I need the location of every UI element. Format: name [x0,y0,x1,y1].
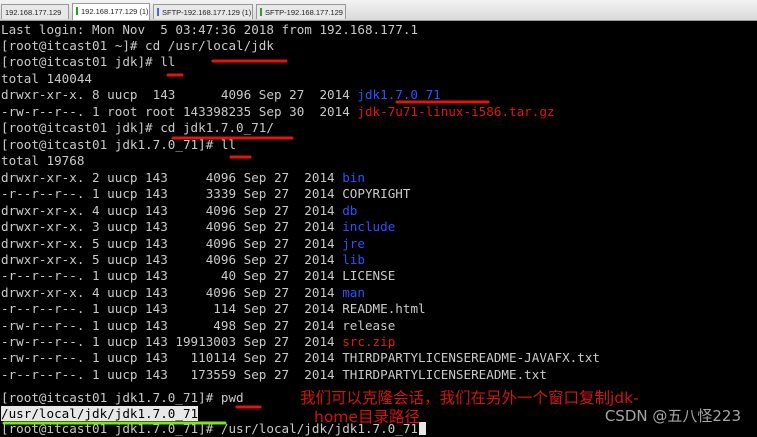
session-tab-bar: 192.168.177.129 192.168.177.129 (1) SFTP… [0,0,757,21]
listing-row: drwxr-xr-x. 5 uucp 143 4096 Sep 27 2014 … [1,236,365,252]
entry-meta: drwxr-xr-x. 5 uucp 143 4096 Sep 27 2014 [1,252,343,267]
entry-name: db [342,202,358,218]
listing-row: drwxr-xr-x. 4 uucp 143 4096 Sep 27 2014 … [1,203,357,219]
command-line: [root@itcast01 jdk1.7.0_71]# pwd [1,390,244,405]
entry-name: lib [342,252,365,267]
listing-row: -r--r--r--. 1 uucp 143 3339 Sep 27 2014 … [1,186,410,202]
pwd-output-line: /usr/local/jdk/jdk1.7.0_71 [1,406,199,422]
command-line: [root@itcast01 jdk1.7.0_71]# ll [1,137,237,152]
tab-label: 192.168.177.129 [5,8,62,17]
entry-meta: -r--r--r--. 1 uucp 143 3339 Sep 27 2014 [1,186,343,202]
command-line: [root@itcast01 jdk]# cd jdk1.7.0_71/ [1,120,274,135]
session-status-icon [76,7,78,15]
terminal-output[interactable]: Last login: Mon Nov 5 03:47:36 2018 from… [0,21,757,437]
entry-meta: drwxr-xr-x. 8 uucp 143 4096 Sep 27 2014 [1,87,358,102]
login-line: Last login: Mon Nov 5 03:47:36 2018 from… [1,22,419,37]
entry-name: jdk1.7.0_71 [357,87,441,102]
listing-row: drwxr-xr-x. 3 uucp 143 4096 Sep 27 2014 … [1,219,395,235]
csdn-watermark: CSDN @五八怪223 [604,407,741,425]
entry-meta: -rw-r--r--. 1 uucp 143 498 Sep 27 2014 [1,317,343,333]
entry-name: src.zip [342,334,396,349]
entry-name: jre [342,235,365,251]
listing-row: -r--r--r--. 1 uucp 143 114 Sep 27 2014 R… [1,301,426,317]
tab-session-2[interactable]: 192.168.177.129 (1) [72,3,150,20]
tab-label: 192.168.177.129 (1) [81,7,149,16]
entry-name: COPYRIGHT [342,186,411,202]
entry-name: man [342,284,365,300]
listing-row: -rw-r--r--. 1 uucp 143 498 Sep 27 2014 r… [1,318,395,334]
listing-row: -rw-r--r--. 1 uucp 143 19913003 Sep 27 2… [1,334,395,350]
listing-row: drwxr-xr-x. 2 uucp 143 4096 Sep 27 2014 … [1,170,365,186]
entry-name: release [342,317,396,333]
entry-meta: drwxr-xr-x. 2 uucp 143 4096 Sep 27 2014 [1,170,343,185]
command-line: [root@itcast01 jdk]# ll [1,54,176,69]
entry-meta: -r--r--r--. 1 uucp 143 40 Sep 27 2014 [1,268,343,284]
listing-row: -rw-r--r--. 1 root root 143398235 Sep 30… [1,104,555,120]
entry-name: jdk-7u71-linux-i586.tar.gz [357,104,555,119]
entry-name: LICENSE [342,268,396,284]
listing-row: -r--r--r--. 1 uucp 143 173559 Sep 27 201… [1,367,547,383]
tab-session-1[interactable]: 192.168.177.129 [1,4,69,19]
listing-row: drwxr-xr-x. 8 uucp 143 4096 Sep 27 2014 … [1,87,441,103]
tab-sftp-1[interactable]: SFTP-192.168.177.129 (1) [153,4,253,19]
entry-name: include [342,219,396,235]
entry-meta: -r--r--r--. 1 uucp 143 173559 Sep 27 201… [1,366,343,382]
entry-meta: -rw-r--r--. 1 uucp 143 19913003 Sep 27 2… [1,334,343,349]
tab-label: SFTP-192.168.177.129 [265,8,343,17]
entry-name: THIRDPARTYLICENSEREADME.txt [342,366,547,382]
selected-path[interactable]: /usr/local/jdk/jdk1.7.0_71 [1,406,199,421]
entry-meta: -rw-r--r--. 1 root root 143398235 Sep 30… [1,104,358,119]
entry-meta: drwxr-xr-x. 4 uucp 143 4096 Sep 27 2014 [1,202,343,218]
listing-row: drwxr-xr-x. 5 uucp 143 4096 Sep 27 2014 … [1,252,365,268]
command-line: [root@itcast01 ~]# cd /usr/local/jdk [1,38,274,53]
entry-meta: drwxr-xr-x. 3 uucp 143 4096 Sep 27 2014 [1,219,343,235]
entry-meta: drwxr-xr-x. 5 uucp 143 4096 Sep 27 2014 [1,235,343,251]
entry-name: README.html [342,301,426,317]
entry-name: bin [342,170,365,185]
sftp-status-icon [157,8,159,16]
listing-row: -r--r--r--. 1 uucp 143 40 Sep 27 2014 LI… [1,268,395,284]
entry-meta: -rw-r--r--. 1 uucp 143 110114 Sep 27 201… [1,350,343,366]
tab-sftp-2[interactable]: SFTP-192.168.177.129 [256,4,346,19]
listing-row: -rw-r--r--. 1 uucp 143 110114 Sep 27 201… [1,350,600,366]
total-line: total 19768 [1,153,85,168]
entry-meta: drwxr-xr-x. 4 uucp 143 4096 Sep 27 2014 [1,284,343,300]
entry-meta: -r--r--r--. 1 uucp 143 114 Sep 27 2014 [1,301,343,317]
entry-name: THIRDPARTYLICENSEREADME-JAVAFX.txt [342,350,600,366]
listing-row: drwxr-xr-x. 4 uucp 143 4096 Sep 27 2014 … [1,285,365,301]
total-line: total 140044 [1,71,92,86]
sftp-status-icon [260,8,262,16]
tab-label: SFTP-192.168.177.129 (1) [162,8,252,17]
